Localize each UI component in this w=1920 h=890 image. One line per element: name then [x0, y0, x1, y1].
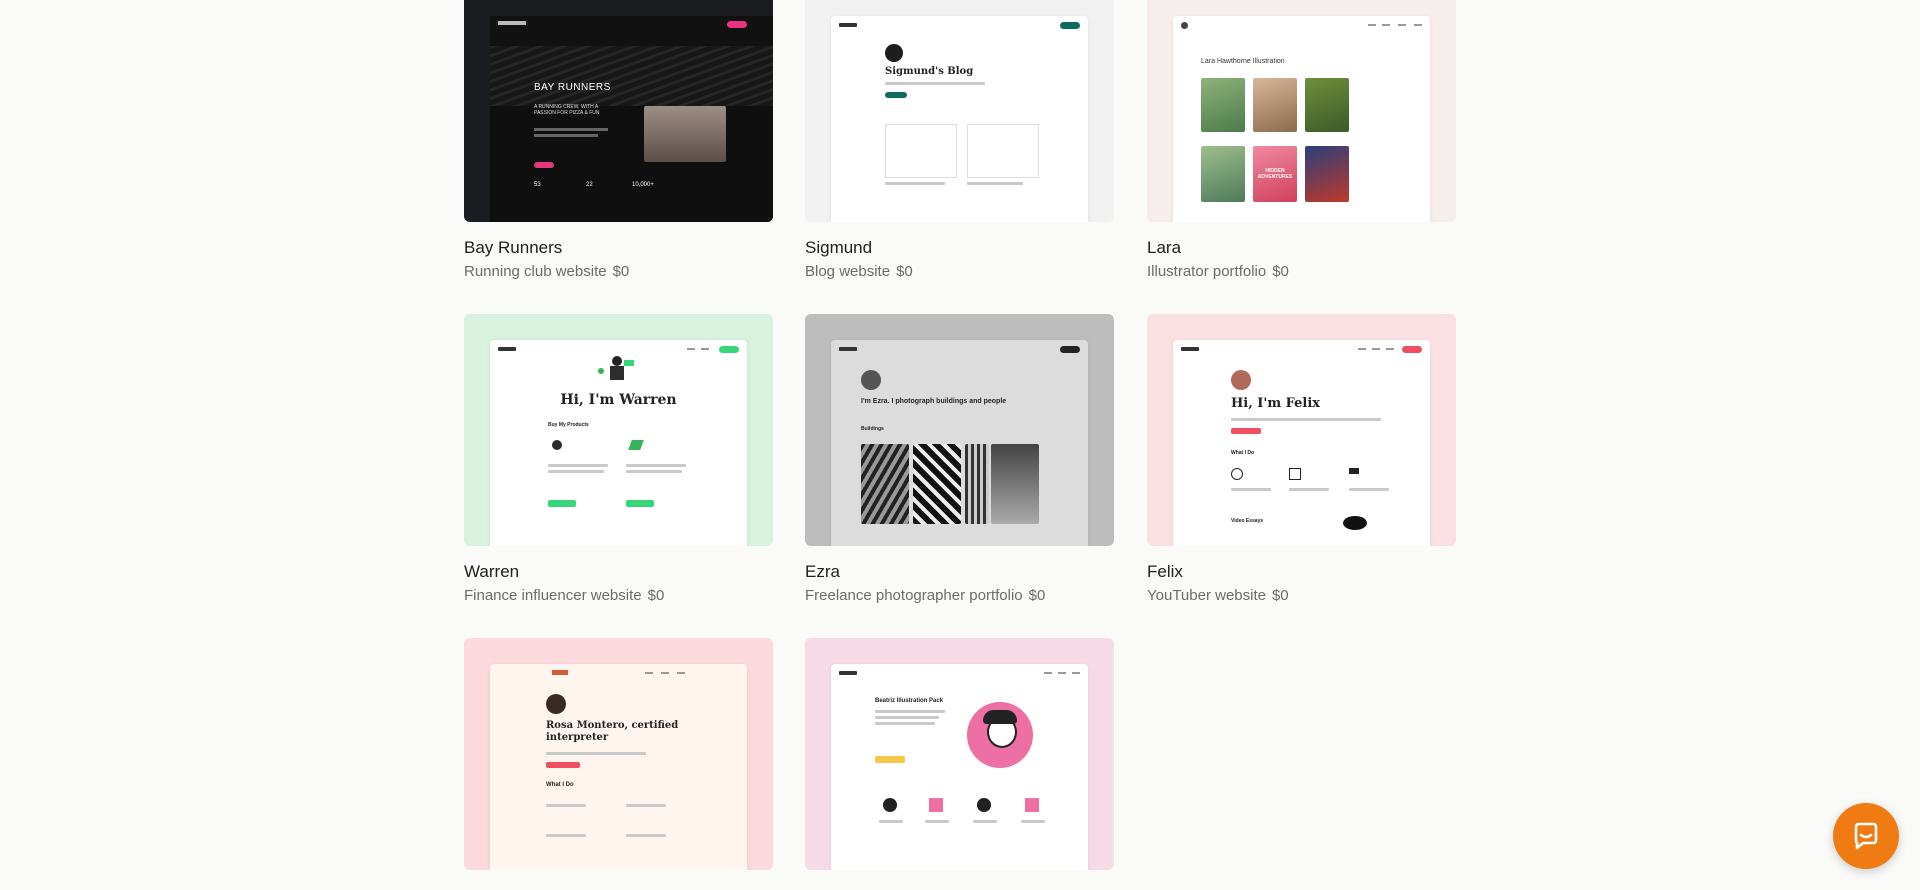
template-price: $0: [896, 263, 913, 280]
template-preview[interactable]: Beatriz Illustration Pack: [805, 638, 1114, 870]
template-name[interactable]: Warren: [464, 562, 519, 582]
preview-page: Lara Hawthorne Illustration HIDDEN ADVEN…: [1173, 16, 1430, 222]
preview-page: Beatriz Illustration Pack: [831, 664, 1088, 870]
avatar: [1231, 370, 1251, 390]
template-price: $0: [647, 587, 665, 604]
preview-page: Hi, I'm Felix What I Do Video Essays: [1173, 340, 1430, 546]
template-description: Illustrator portfolio $0: [1147, 263, 1289, 280]
template-preview[interactable]: I'm Ezra. I photograph buildings and peo…: [805, 314, 1114, 546]
preview-hero-text: BAY RUNNERS: [534, 82, 611, 93]
preview-photo: [644, 106, 726, 162]
preview-page: Sigmund's Blog: [831, 16, 1088, 222]
template-category: YouTuber website: [1147, 587, 1266, 604]
preview-hero-text: Beatriz Illustration Pack: [875, 698, 944, 704]
template-preview[interactable]: Hi, I'm Warren Buy My Products: [464, 314, 773, 546]
template-description: Finance influencer website $0: [464, 587, 664, 604]
template-preview[interactable]: Hi, I'm Felix What I Do Video Essays: [1147, 314, 1456, 546]
template-name[interactable]: Bay Runners: [464, 238, 562, 258]
blog-logo-icon: [885, 44, 903, 62]
preview-section: Buildings: [861, 426, 884, 432]
template-category: Finance influencer website: [464, 587, 642, 604]
template-price: $0: [1271, 587, 1289, 604]
preview-tagline: A RUNNING CREW, WITH A PASSION FOR PIZZA…: [534, 104, 600, 116]
book-cover-title: HIDDEN ADVENTURES: [1257, 168, 1293, 180]
preview-hero-text: Rosa Montero, certified interpreter: [546, 720, 679, 743]
template-name[interactable]: Ezra: [805, 562, 840, 582]
template-name[interactable]: Felix: [1147, 562, 1183, 582]
template-price: $0: [1028, 587, 1046, 604]
template-name[interactable]: Lara: [1147, 238, 1181, 258]
template-description: Running club website $0: [464, 263, 629, 280]
avatar: [546, 694, 566, 714]
character-illustration: [967, 702, 1033, 768]
template-preview[interactable]: Sigmund's Blog: [805, 0, 1114, 222]
chat-button[interactable]: [1833, 803, 1899, 869]
template-preview[interactable]: Lara Hawthorne Illustration HIDDEN ADVEN…: [1147, 0, 1456, 222]
preview-section: Video Essays: [1231, 518, 1264, 524]
template-category: Running club website: [464, 263, 607, 280]
template-category: Freelance photographer portfolio: [805, 587, 1023, 604]
preview-hero-text: Lara Hawthorne Illustration: [1201, 58, 1285, 65]
preview-section: What I Do: [1231, 450, 1255, 456]
preview-section: What I Do: [546, 782, 574, 788]
sketch-illustration: [885, 124, 957, 178]
template-category: Illustrator portfolio: [1147, 263, 1267, 280]
preview-page: I'm Ezra. I photograph buildings and peo…: [831, 340, 1088, 546]
template-description: Freelance photographer portfolio $0: [805, 587, 1045, 604]
avatar: [861, 370, 881, 390]
preview-hero-text: I'm Ezra. I photograph buildings and peo…: [861, 398, 1007, 405]
template-name[interactable]: Sigmund: [805, 238, 872, 258]
chat-bubble-icon: [1854, 822, 1878, 850]
template-category: Blog website: [805, 263, 891, 280]
template-price: $0: [1272, 263, 1289, 280]
template-preview[interactable]: Rosa Montero, certified interpreter What…: [464, 638, 773, 870]
template-description: Blog website $0: [805, 263, 913, 280]
preview-page: BAY RUNNERS A RUNNING CREW, WITH A PASSI…: [490, 16, 773, 222]
preview-hero-text: Sigmund's Blog: [885, 66, 974, 77]
preview-section: Buy My Products: [548, 422, 589, 428]
character-illustration: [598, 356, 638, 386]
preview-hero-text: Hi, I'm Felix: [1231, 396, 1321, 411]
preview-hero-text: Hi, I'm Warren: [560, 392, 677, 408]
template-price: $0: [612, 263, 630, 280]
preview-page: Hi, I'm Warren Buy My Products: [490, 340, 747, 546]
template-description: YouTuber website $0: [1147, 587, 1289, 604]
sketch-illustration: [967, 124, 1039, 178]
preview-page: Rosa Montero, certified interpreter What…: [490, 664, 747, 870]
template-preview[interactable]: BAY RUNNERS A RUNNING CREW, WITH A PASSI…: [464, 0, 773, 222]
